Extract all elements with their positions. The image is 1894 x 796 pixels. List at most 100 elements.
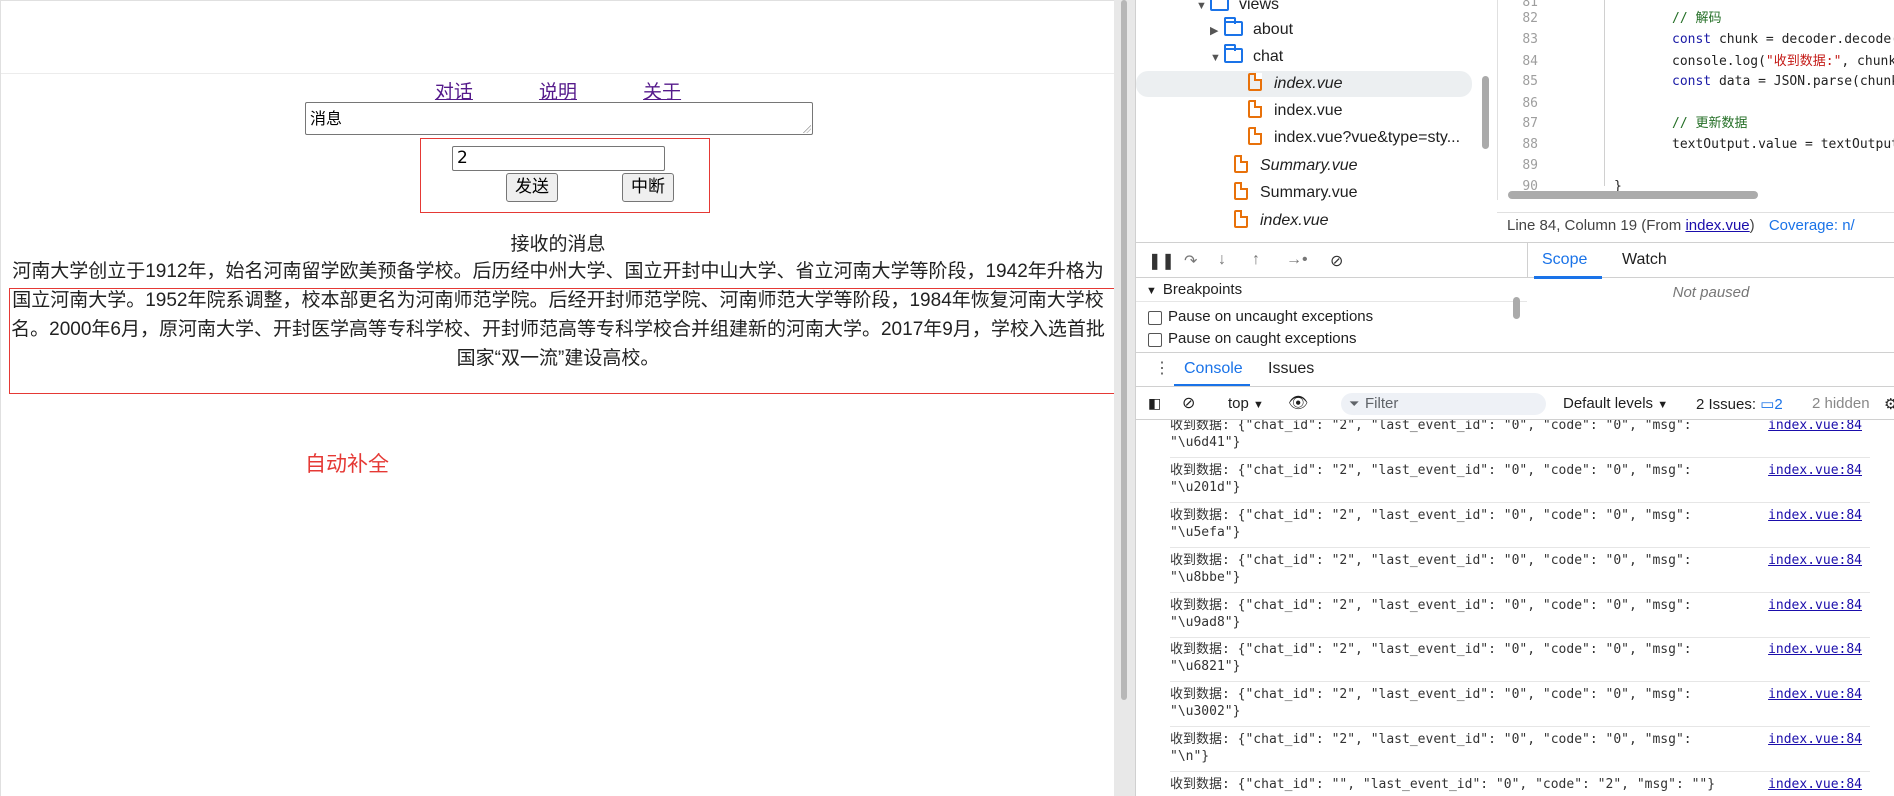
source-link[interactable]: index.vue:84	[1768, 641, 1862, 658]
code-editor[interactable]: 81 82// 解码 83 const chunk = decoder.decod…	[1497, 0, 1894, 200]
step-over-icon[interactable]: ↷	[1184, 251, 1197, 271]
console-message[interactable]: 收到数据: {"chat_id": "2", "last_event_id": …	[1170, 503, 1870, 548]
coverage-label[interactable]: Coverage: n/	[1769, 217, 1855, 234]
console-message[interactable]: 收到数据: {"chat_id": "2", "last_event_id": …	[1170, 458, 1870, 503]
pause-uncaught-label: Pause on uncaught exceptions	[1168, 308, 1374, 325]
filter-icon: ⏷	[1349, 396, 1360, 411]
issue-icon: ▭	[1760, 396, 1775, 413]
console-message[interactable]: 收到数据: {"chat_id": "2", "last_event_id": …	[1170, 637, 1870, 682]
eye-icon[interactable]: 👁	[1288, 393, 1308, 413]
code-line: 86	[1522, 96, 1538, 111]
pause-caught-label: Pause on caught exceptions	[1168, 330, 1357, 347]
console-message[interactable]: 收到数据: {"chat_id": "2", "last_event_id": …	[1170, 548, 1870, 593]
source-link[interactable]: index.vue:84	[1768, 776, 1862, 793]
send-button[interactable]: 发送	[506, 173, 558, 202]
source-link[interactable]: index.vue:84	[1768, 597, 1862, 614]
chevron-down-icon: ▼	[1196, 0, 1207, 12]
source-suffix: )	[1749, 217, 1755, 234]
file-icon	[1248, 100, 1262, 118]
stop-button[interactable]: 中断	[622, 173, 674, 202]
pause-caught-checkbox[interactable]	[1148, 333, 1162, 347]
received-text: 河南大学创立于1912年，始名河南留学欧美预备学校。后历经中州大学、国立开封中山…	[11, 261, 1105, 369]
file-navigator: ▼ views ▶ about ▼ chat index.vue index.vue …	[1136, 0, 1497, 240]
pause-icon[interactable]: ❚❚	[1148, 251, 1175, 271]
tab-scope[interactable]: Scope	[1542, 251, 1587, 269]
code-line: 82// 解码	[1522, 11, 1722, 26]
nav-link-chat[interactable]: 对话	[435, 81, 473, 103]
settings-gear-icon[interactable]: ⚙	[1884, 395, 1894, 413]
autocomplete-label[interactable]: 自动补全	[305, 448, 389, 478]
file-icon	[1248, 127, 1262, 145]
filter-input[interactable]: ⏷ Filter	[1341, 393, 1546, 415]
hidden-count: 2 hidden	[1812, 395, 1870, 412]
devtools-panel: ▼ views ▶ about ▼ chat index.vue index.vue …	[1135, 0, 1894, 796]
source-link[interactable]: index.vue:84	[1768, 686, 1862, 703]
nav-link-docs[interactable]: 说明	[539, 81, 577, 103]
console-message[interactable]: 收到数据: {"chat_id": "2", "last_event_id": …	[1170, 682, 1870, 727]
editor-status-bar: Line 84, Column 19 (From index.vue) Cove…	[1497, 212, 1894, 238]
file-icon	[1234, 155, 1248, 173]
log-levels-select[interactable]: Default levels ▼	[1563, 395, 1668, 412]
source-link[interactable]: index.vue:84	[1768, 420, 1862, 434]
console-message[interactable]: 收到数据: {"chat_id": "2", "last_event_id": …	[1170, 420, 1870, 458]
source-link[interactable]: index.vue:84	[1768, 507, 1862, 524]
more-vert-icon[interactable]: ⋮	[1154, 358, 1170, 378]
step-icon[interactable]: →•	[1286, 251, 1308, 269]
divider-scrollbar[interactable]	[1121, 0, 1127, 700]
cursor-position: Line 84, Column 19	[1507, 217, 1638, 234]
tree-item-file[interactable]: index.vue	[1234, 208, 1329, 234]
page-border	[1, 73, 1115, 74]
tree-item-about[interactable]: ▶ about	[1210, 17, 1293, 43]
issues-counter[interactable]: 2 Issues: ▭2	[1696, 395, 1783, 413]
indent-guide	[1604, 0, 1605, 186]
received-title: 接收的消息	[510, 233, 606, 255]
chat-id-input[interactable]: 2	[452, 146, 665, 171]
tree-item-file[interactable]: Summary.vue	[1234, 153, 1358, 179]
file-icon	[1248, 73, 1262, 91]
tree-item-chat[interactable]: ▼ chat	[1210, 44, 1283, 70]
console-log: 收到数据: {"chat_id": "2", "last_event_id": …	[1136, 420, 1894, 796]
clear-console-icon[interactable]: ⊘	[1182, 393, 1195, 413]
tree-item-file[interactable]: index.vue	[1136, 71, 1472, 97]
chevron-down-icon: ▼	[1210, 52, 1221, 64]
breakpoints-scrollbar[interactable]	[1513, 297, 1520, 319]
context-select[interactable]: top ▼	[1228, 395, 1264, 412]
tree-item-file[interactable]: Summary.vue	[1234, 180, 1358, 206]
tree-item-file[interactable]: index.vue?vue&type=sty...	[1248, 125, 1460, 151]
step-out-icon[interactable]: ↑	[1252, 251, 1260, 269]
console-message[interactable]: 收到数据: {"chat_id": "2", "last_event_id": …	[1170, 593, 1870, 638]
console-message[interactable]: 收到数据: {"chat_id": "2", "last_event_id": …	[1170, 727, 1870, 772]
message-textarea[interactable]: 消息	[305, 102, 813, 135]
nav-link-about[interactable]: 关于	[643, 81, 681, 103]
step-into-icon[interactable]: ↓	[1218, 251, 1226, 269]
folder-icon	[1210, 0, 1229, 11]
source-link[interactable]: index.vue:84	[1768, 462, 1862, 479]
source-link[interactable]: index.vue:84	[1768, 731, 1862, 748]
source-file-link[interactable]: index.vue	[1685, 217, 1749, 234]
panel-divider[interactable]	[1114, 0, 1135, 796]
tab-indicator	[1534, 276, 1602, 279]
code-line: 89	[1522, 158, 1538, 173]
resize-grip-icon[interactable]	[803, 125, 811, 133]
code-line: 83const chunk = decoder.decode(va	[1522, 32, 1894, 47]
deactivate-breakpoints-icon[interactable]: ⊘	[1330, 251, 1343, 271]
file-icon	[1234, 210, 1248, 228]
tab-watch[interactable]: Watch	[1622, 251, 1667, 269]
file-icon	[1234, 182, 1248, 200]
sidebar-toggle-icon[interactable]: ◧	[1148, 395, 1161, 412]
source-link[interactable]: index.vue:84	[1768, 552, 1862, 569]
code-line: 87// 更新数据	[1522, 116, 1748, 131]
tab-console[interactable]: Console	[1184, 360, 1243, 378]
debugger-toolbar: ❚❚ ↷ ↓ ↑ →• ⊘	[1136, 242, 1527, 278]
breakpoints-header[interactable]: ▼ Breakpoints	[1136, 278, 1527, 302]
tab-issues[interactable]: Issues	[1268, 360, 1314, 378]
code-line: 85 const data = JSON.parse(chunk)	[1522, 74, 1894, 89]
code-line: 84console.log("收到数据:", chunk)	[1522, 54, 1894, 69]
tree-item-file[interactable]: index.vue	[1248, 98, 1343, 124]
file-tree-scrollbar[interactable]	[1482, 76, 1489, 149]
code-hscrollbar[interactable]	[1508, 191, 1758, 199]
console-message[interactable]: 收到数据: {"chat_id": "", "last_event_id": "…	[1170, 772, 1870, 796]
tree-item-views[interactable]: ▼ views	[1196, 0, 1279, 18]
pause-uncaught-checkbox[interactable]	[1148, 311, 1162, 325]
app-page: 对话 说明 关于 消息 2 发送 中断 接收的消息 河南大学创立于1912年，始…	[0, 0, 1117, 796]
